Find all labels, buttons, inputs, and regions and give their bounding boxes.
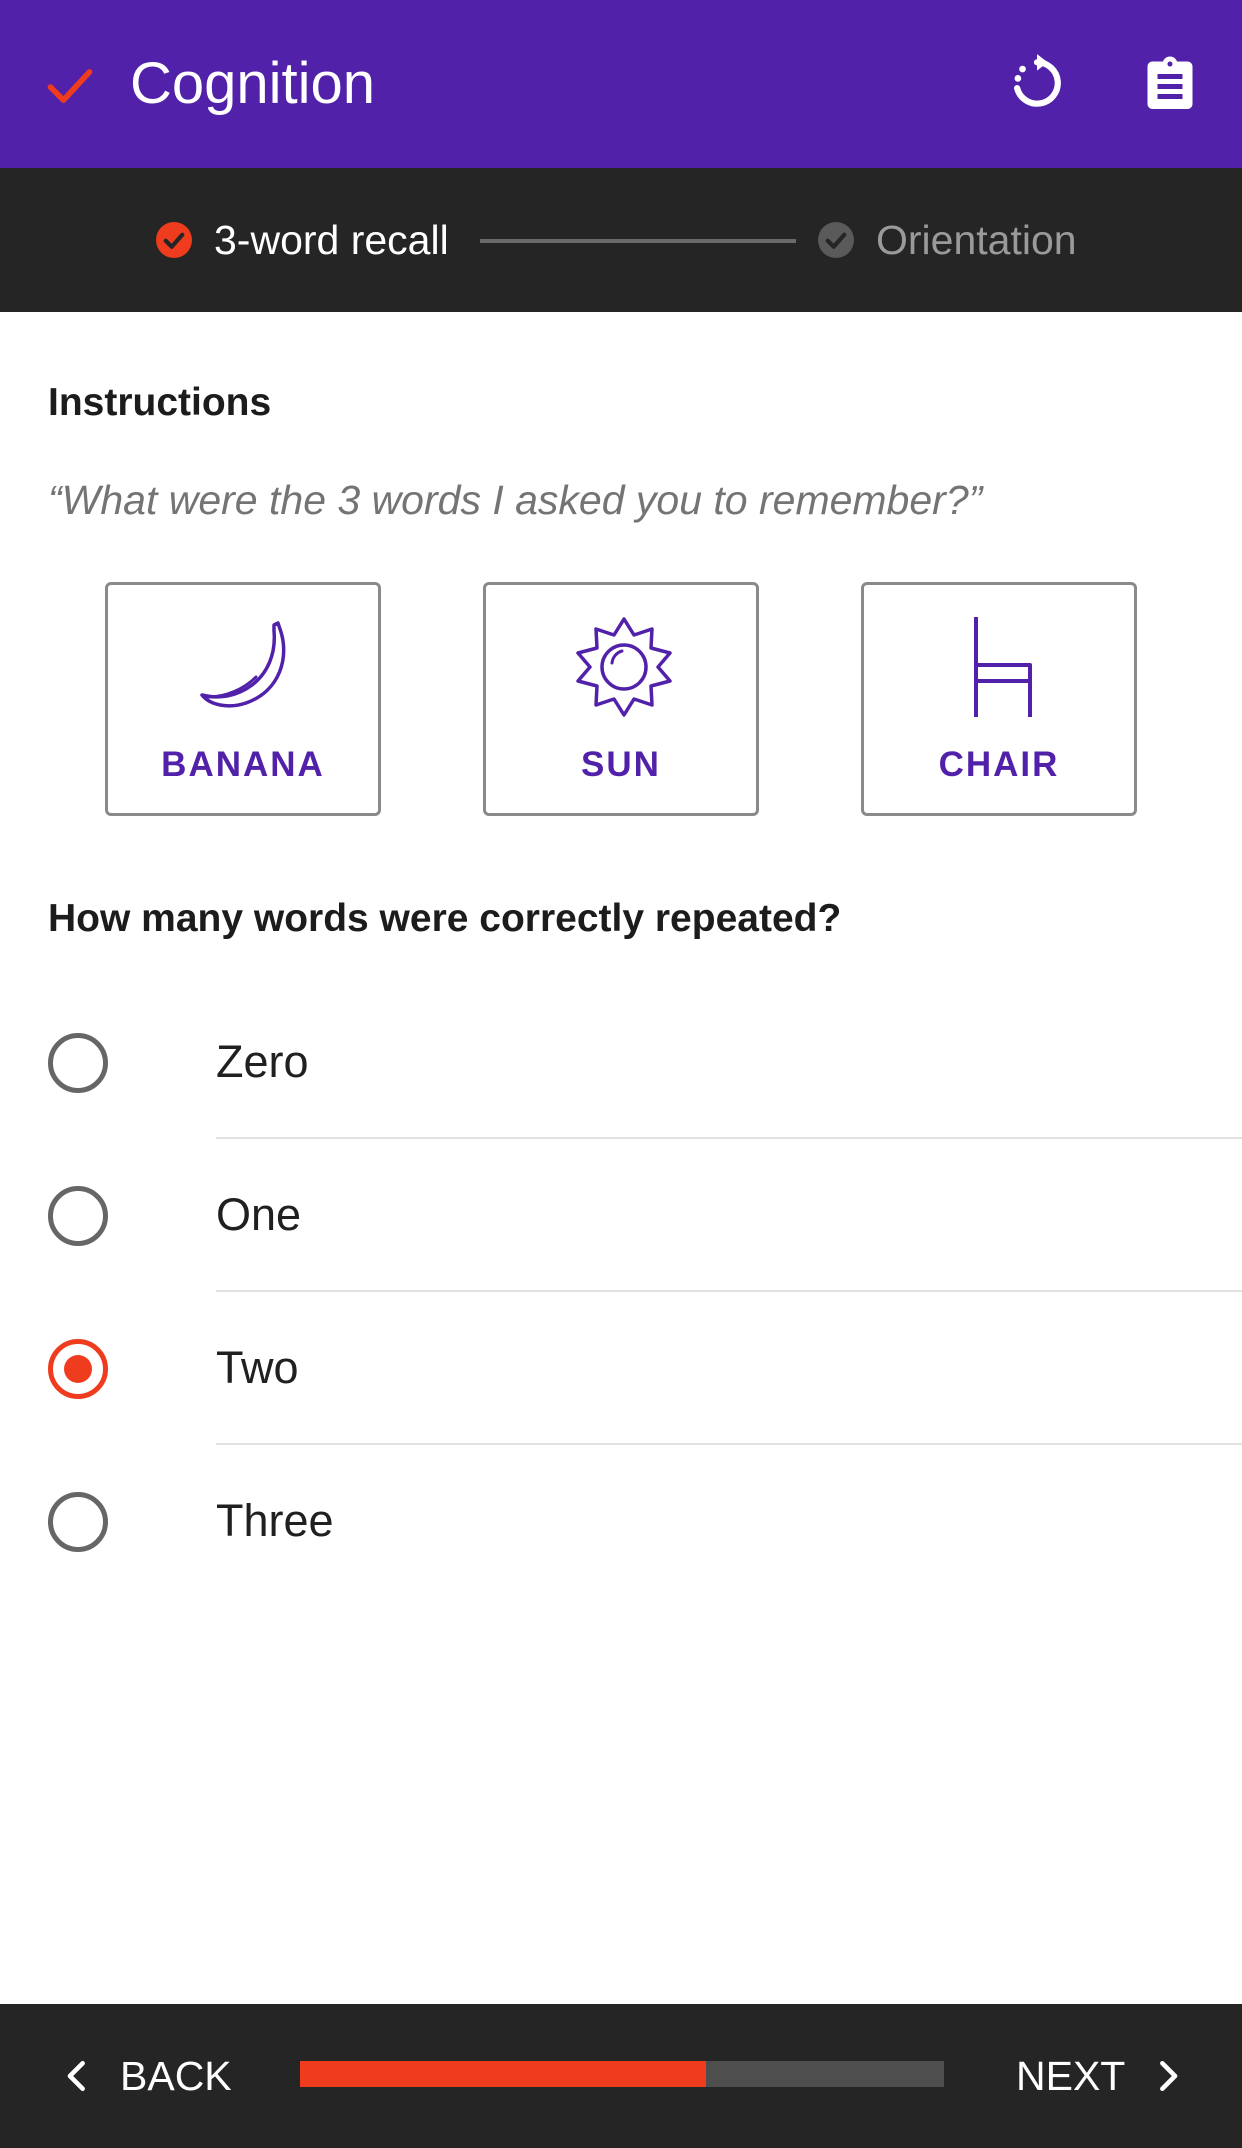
radio-button-selected[interactable] bbox=[48, 1339, 108, 1399]
check-icon bbox=[47, 69, 93, 103]
instructions-heading: Instructions bbox=[48, 381, 272, 424]
option-label: Two bbox=[216, 1342, 299, 1393]
step-orientation[interactable]: Orientation bbox=[818, 168, 1077, 312]
word-card-chair: CHAIR bbox=[861, 582, 1137, 816]
step-connector bbox=[480, 239, 796, 243]
page-title: Cognition bbox=[130, 51, 376, 116]
word-card-banana: BANANA bbox=[105, 582, 381, 816]
word-card-sun: SUN bbox=[483, 582, 759, 816]
next-label: NEXT bbox=[1016, 2052, 1126, 2099]
word-label: SUN bbox=[581, 745, 661, 784]
sun-icon bbox=[576, 617, 672, 717]
instructions-quote: “What were the 3 words I asked you to re… bbox=[48, 477, 983, 523]
option-two[interactable]: Two bbox=[0, 1292, 1242, 1445]
back-button[interactable]: BACK bbox=[60, 2004, 232, 2148]
next-button[interactable]: NEXT bbox=[1016, 2004, 1185, 2148]
step-3-word-recall[interactable]: 3-word recall bbox=[156, 168, 449, 312]
radio-button[interactable] bbox=[48, 1033, 108, 1093]
option-label: One bbox=[216, 1189, 302, 1240]
radio-button[interactable] bbox=[48, 1186, 108, 1246]
banana-icon bbox=[200, 621, 286, 708]
progress-bar bbox=[300, 2061, 944, 2087]
chair-icon bbox=[974, 617, 1032, 717]
chevron-left-icon bbox=[67, 2060, 85, 2092]
step-label: 3-word recall bbox=[214, 216, 449, 263]
step-label: Orientation bbox=[876, 216, 1077, 263]
option-label: Zero bbox=[216, 1036, 309, 1087]
word-label: CHAIR bbox=[938, 745, 1060, 784]
option-label: Three bbox=[216, 1495, 334, 1546]
option-three[interactable]: Three bbox=[0, 1445, 1242, 1598]
progress-fill bbox=[300, 2061, 706, 2087]
option-one[interactable]: One bbox=[0, 1139, 1242, 1292]
step-pending-icon bbox=[818, 222, 854, 258]
app-bar: Cognition bbox=[0, 0, 1242, 168]
question-text: How many words were correctly repeated? bbox=[48, 897, 842, 940]
stepper: 3-word recall Orientation bbox=[0, 168, 1242, 312]
radio-button[interactable] bbox=[48, 1492, 108, 1552]
word-label: BANANA bbox=[161, 745, 325, 784]
back-label: BACK bbox=[120, 2052, 232, 2099]
chevron-right-icon bbox=[1160, 2060, 1178, 2092]
reset-icon[interactable] bbox=[1006, 52, 1068, 114]
step-complete-icon bbox=[156, 222, 192, 258]
clipboard-icon[interactable] bbox=[1140, 52, 1200, 116]
option-zero[interactable]: Zero bbox=[0, 986, 1242, 1139]
